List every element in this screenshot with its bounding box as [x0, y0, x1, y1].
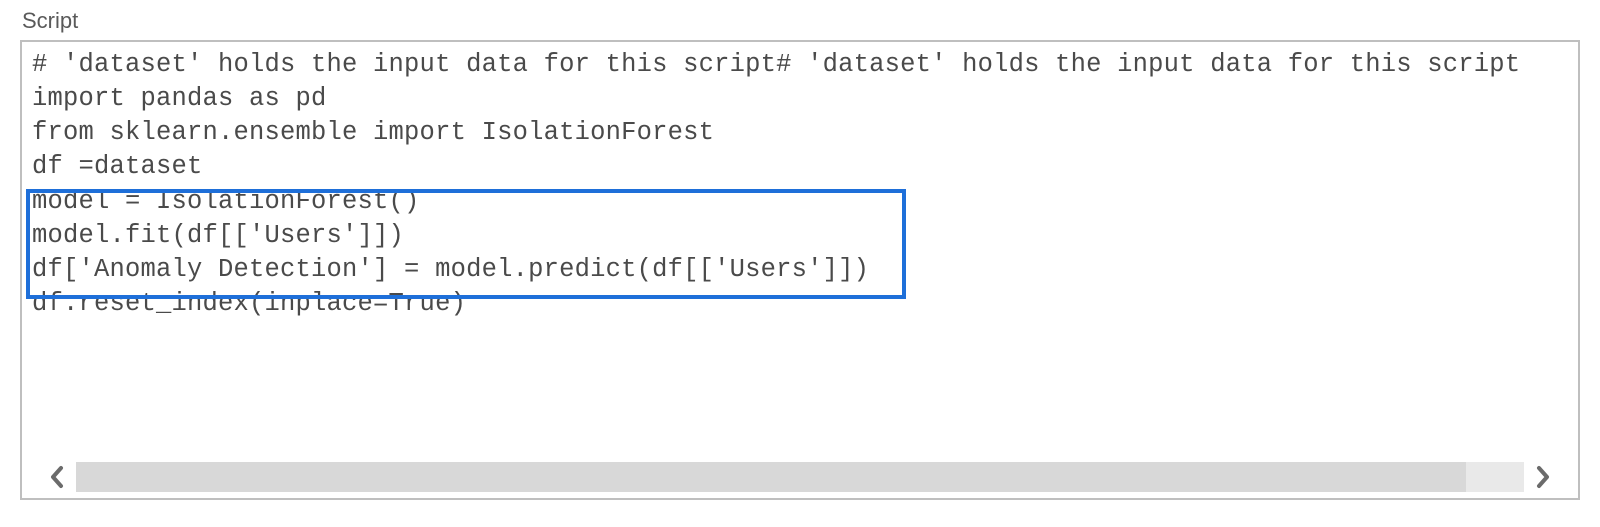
scroll-thumb[interactable] [76, 462, 1466, 492]
code-text[interactable]: # 'dataset' holds the input data for thi… [22, 42, 1578, 321]
chevron-left-icon [47, 465, 67, 489]
scroll-left-button[interactable] [40, 460, 74, 494]
script-label: Script [20, 8, 1580, 34]
scroll-track[interactable] [76, 462, 1524, 492]
scroll-right-button[interactable] [1526, 460, 1560, 494]
chevron-right-icon [1533, 465, 1553, 489]
script-editor[interactable]: # 'dataset' holds the input data for thi… [20, 40, 1580, 500]
horizontal-scrollbar[interactable] [40, 460, 1560, 494]
